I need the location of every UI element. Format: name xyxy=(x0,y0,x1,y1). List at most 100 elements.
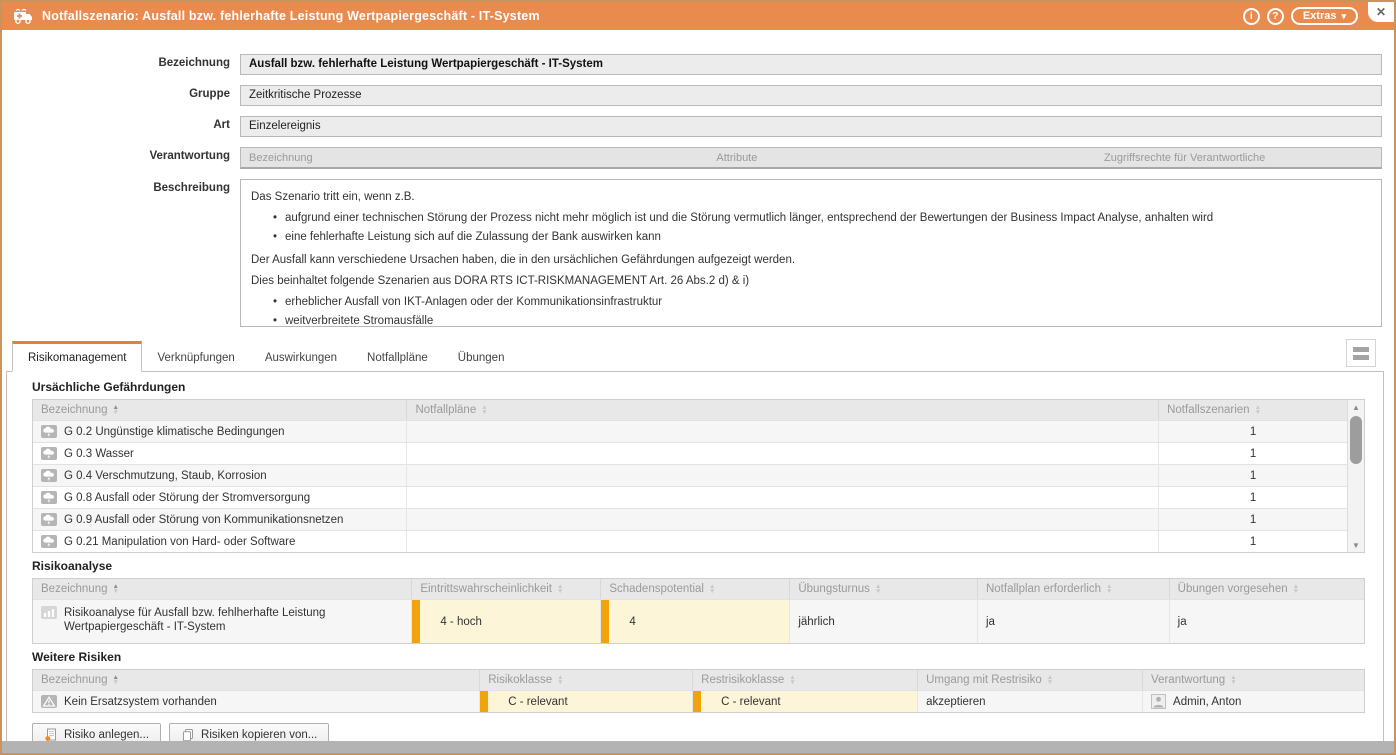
list-view-button[interactable] xyxy=(1346,339,1376,367)
caret-down-icon: ▾ xyxy=(1341,11,1346,22)
table-row[interactable]: G 0.4 Verschmutzung, Staub, Korrosion 1 xyxy=(33,464,1347,486)
resp-col-bezeichnung: Bezeichnung xyxy=(241,152,708,164)
hazard-icon xyxy=(41,425,57,438)
art-label: Art xyxy=(2,116,240,137)
rating-bar xyxy=(693,691,701,712)
section-title-weitere-risiken: Weitere Risiken xyxy=(32,650,1365,664)
sort-icons: ▲▼ xyxy=(113,584,119,594)
close-button[interactable]: ✕ xyxy=(1368,2,1394,22)
beschreibung-label: Beschreibung xyxy=(2,179,240,327)
scroll-up-icon[interactable]: ▲ xyxy=(1348,400,1364,414)
resp-col-attribute: Attribute xyxy=(708,152,1096,164)
sort-icons: ▲▼ xyxy=(1230,675,1236,685)
col-bezeichnung[interactable]: Bezeichnung ▲▼ xyxy=(33,579,412,599)
hazard-icon xyxy=(41,513,57,526)
col-schadenspotential[interactable]: Schadenspotential ▲▼ xyxy=(601,579,790,599)
col-notfallszenarien[interactable]: Notfallszenarien ▲▼ xyxy=(1159,400,1347,420)
table-row[interactable]: G 0.3 Wasser 1 xyxy=(33,442,1347,464)
info-button[interactable]: i xyxy=(1243,8,1260,25)
sort-icons: ▲▼ xyxy=(1106,584,1112,594)
col-notfallplan-erforderlich[interactable]: Notfallplan erforderlich ▲▼ xyxy=(978,579,1170,599)
title-bar: Notfallszenario: Ausfall bzw. fehlerhaft… xyxy=(2,2,1394,30)
copy-icon xyxy=(181,728,195,742)
app-window: Notfallszenario: Ausfall bzw. fehlerhaft… xyxy=(0,0,1396,755)
sort-icons: ▲▼ xyxy=(1293,584,1299,594)
scroll-down-icon[interactable]: ▼ xyxy=(1348,538,1364,552)
risikomanagement-panel: Ursächliche Gefährdungen Bezeichnung ▲▼ … xyxy=(6,372,1384,755)
table-row[interactable]: G 0.2 Ungünstige klimatische Bedingungen… xyxy=(33,420,1347,442)
hazard-icon xyxy=(41,491,57,504)
tab-risikomanagement[interactable]: Risikomanagement xyxy=(12,341,142,372)
verantwortung-label: Verantwortung xyxy=(2,147,240,169)
rating-cell-risikoklasse: C - relevant xyxy=(480,691,693,712)
col-risikoklasse[interactable]: Risikoklasse ▲▼ xyxy=(480,670,693,690)
desc-bullet: weitverbreitete Stromausfälle xyxy=(273,314,1371,327)
desc-bullet-list-a: aufgrund einer technischen Störung der P… xyxy=(251,211,1371,245)
gefaehrdungen-table: Bezeichnung ▲▼ Notfallpläne ▲▼ Notfallsz… xyxy=(32,399,1365,553)
desc-bullet: erheblicher Ausfall von IKT-Anlagen oder… xyxy=(273,295,1371,310)
sort-icons: ▲▼ xyxy=(113,405,119,415)
ambulance-icon xyxy=(12,8,34,25)
col-eintrittswahrscheinlichkeit[interactable]: Eintrittswahrscheinlichkeit ▲▼ xyxy=(412,579,601,599)
resp-col-zugriffsrechte: Zugriffsrechte für Verantwortliche xyxy=(1096,152,1381,164)
col-verantwortung[interactable]: Verantwortung ▲▼ xyxy=(1143,670,1364,690)
col-umgang-restrisiko[interactable]: Umgang mit Restrisiko ▲▼ xyxy=(918,670,1143,690)
tab-notfallplaene[interactable]: Notfallpläne xyxy=(352,344,443,371)
risikoanalyse-row[interactable]: Risikoanalyse für Ausfall bzw. fehlherha… xyxy=(33,599,1364,643)
gruppe-label: Gruppe xyxy=(2,85,240,106)
risikoanalyse-table: Bezeichnung ▲▼ Eintrittswahrscheinlichke… xyxy=(32,578,1365,644)
col-uebungen-vorgesehen[interactable]: Übungen vorgesehen ▲▼ xyxy=(1170,579,1364,599)
sort-icons: ▲▼ xyxy=(1047,675,1053,685)
sort-icons: ▲▼ xyxy=(789,675,795,685)
tabs-area: Risikomanagement Verknüpfungen Auswirkun… xyxy=(6,339,1384,755)
risiko-row[interactable]: Kein Ersatzsystem vorhanden C - relevant… xyxy=(33,690,1364,712)
desc-bullet: eine fehlerhafte Leistung sich auf die Z… xyxy=(273,230,1371,245)
rating-cell-schaden: 4 xyxy=(601,600,790,643)
beschreibung-textarea[interactable]: Das Szenario tritt ein, wenn z.B. aufgru… xyxy=(240,179,1382,327)
new-document-icon xyxy=(44,728,58,742)
bezeichnung-input[interactable]: Ausfall bzw. fehlerhafte Leistung Wertpa… xyxy=(240,54,1382,75)
scrollbar-track[interactable] xyxy=(1348,414,1364,538)
rating-bar xyxy=(480,691,488,712)
hazard-icon xyxy=(41,447,57,460)
sort-icons: ▲▼ xyxy=(557,584,563,594)
col-bezeichnung[interactable]: Bezeichnung ▲▼ xyxy=(33,400,407,420)
tab-strip: Risikomanagement Verknüpfungen Auswirkun… xyxy=(6,339,1384,372)
col-restrisikoklasse[interactable]: Restrisikoklasse ▲▼ xyxy=(693,670,918,690)
gefaehrdungen-header: Bezeichnung ▲▼ Notfallpläne ▲▼ Notfallsz… xyxy=(33,400,1347,420)
scenario-form: Bezeichnung Ausfall bzw. fehlerhafte Lei… xyxy=(2,30,1394,327)
tab-uebungen[interactable]: Übungen xyxy=(443,344,520,371)
art-input[interactable]: Einzelereignis xyxy=(240,116,1382,137)
hazard-icon xyxy=(41,469,57,482)
table-row[interactable]: G 0.21 Manipulation von Hard- oder Softw… xyxy=(33,530,1347,552)
col-uebungsturnus[interactable]: Übungsturnus ▲▼ xyxy=(790,579,978,599)
verantwortung-table-header[interactable]: Bezeichnung Attribute Zugriffsrechte für… xyxy=(240,147,1382,169)
table-scrollbar[interactable]: ▲ ▼ xyxy=(1347,400,1364,552)
scrollbar-thumb[interactable] xyxy=(1350,416,1362,464)
sort-icons: ▲▼ xyxy=(709,584,715,594)
warning-icon xyxy=(41,695,57,708)
rating-bar xyxy=(412,600,420,643)
sort-icons: ▲▼ xyxy=(1255,405,1261,415)
tab-verknuepfungen[interactable]: Verknüpfungen xyxy=(142,344,249,371)
gruppe-input[interactable]: Zeitkritische Prozesse xyxy=(240,85,1382,106)
col-bezeichnung[interactable]: Bezeichnung ▲▼ xyxy=(33,670,480,690)
tab-auswirkungen[interactable]: Auswirkungen xyxy=(250,344,352,371)
extras-button[interactable]: Extras ▾ xyxy=(1291,7,1358,25)
help-button[interactable]: ? xyxy=(1267,8,1284,25)
rating-cell-eintritt: 4 - hoch xyxy=(412,600,601,643)
desc-bullet: aufgrund einer technischen Störung der P… xyxy=(273,211,1371,226)
bottom-status-bar xyxy=(2,741,1394,753)
titlebar-actions: i ? Extras ▾ xyxy=(1243,7,1358,25)
person-icon xyxy=(1151,694,1166,709)
section-title-gefaehrdungen: Ursächliche Gefährdungen xyxy=(32,380,1365,394)
desc-bullet-list-b: erheblicher Ausfall von IKT-Anlagen oder… xyxy=(251,295,1371,327)
rating-bar xyxy=(601,600,609,643)
chart-icon xyxy=(41,606,57,619)
table-row[interactable]: G 0.8 Ausfall oder Störung der Stromvers… xyxy=(33,486,1347,508)
desc-paragraph: Der Ausfall kann verschiedene Ursachen h… xyxy=(251,253,1371,268)
table-row[interactable]: G 0.9 Ausfall oder Störung von Kommunika… xyxy=(33,508,1347,530)
desc-intro: Das Szenario tritt ein, wenn z.B. xyxy=(251,190,1371,205)
rating-cell-restrisikoklasse: C - relevant xyxy=(693,691,918,712)
col-notfallplaene[interactable]: Notfallpläne ▲▼ xyxy=(407,400,1159,420)
